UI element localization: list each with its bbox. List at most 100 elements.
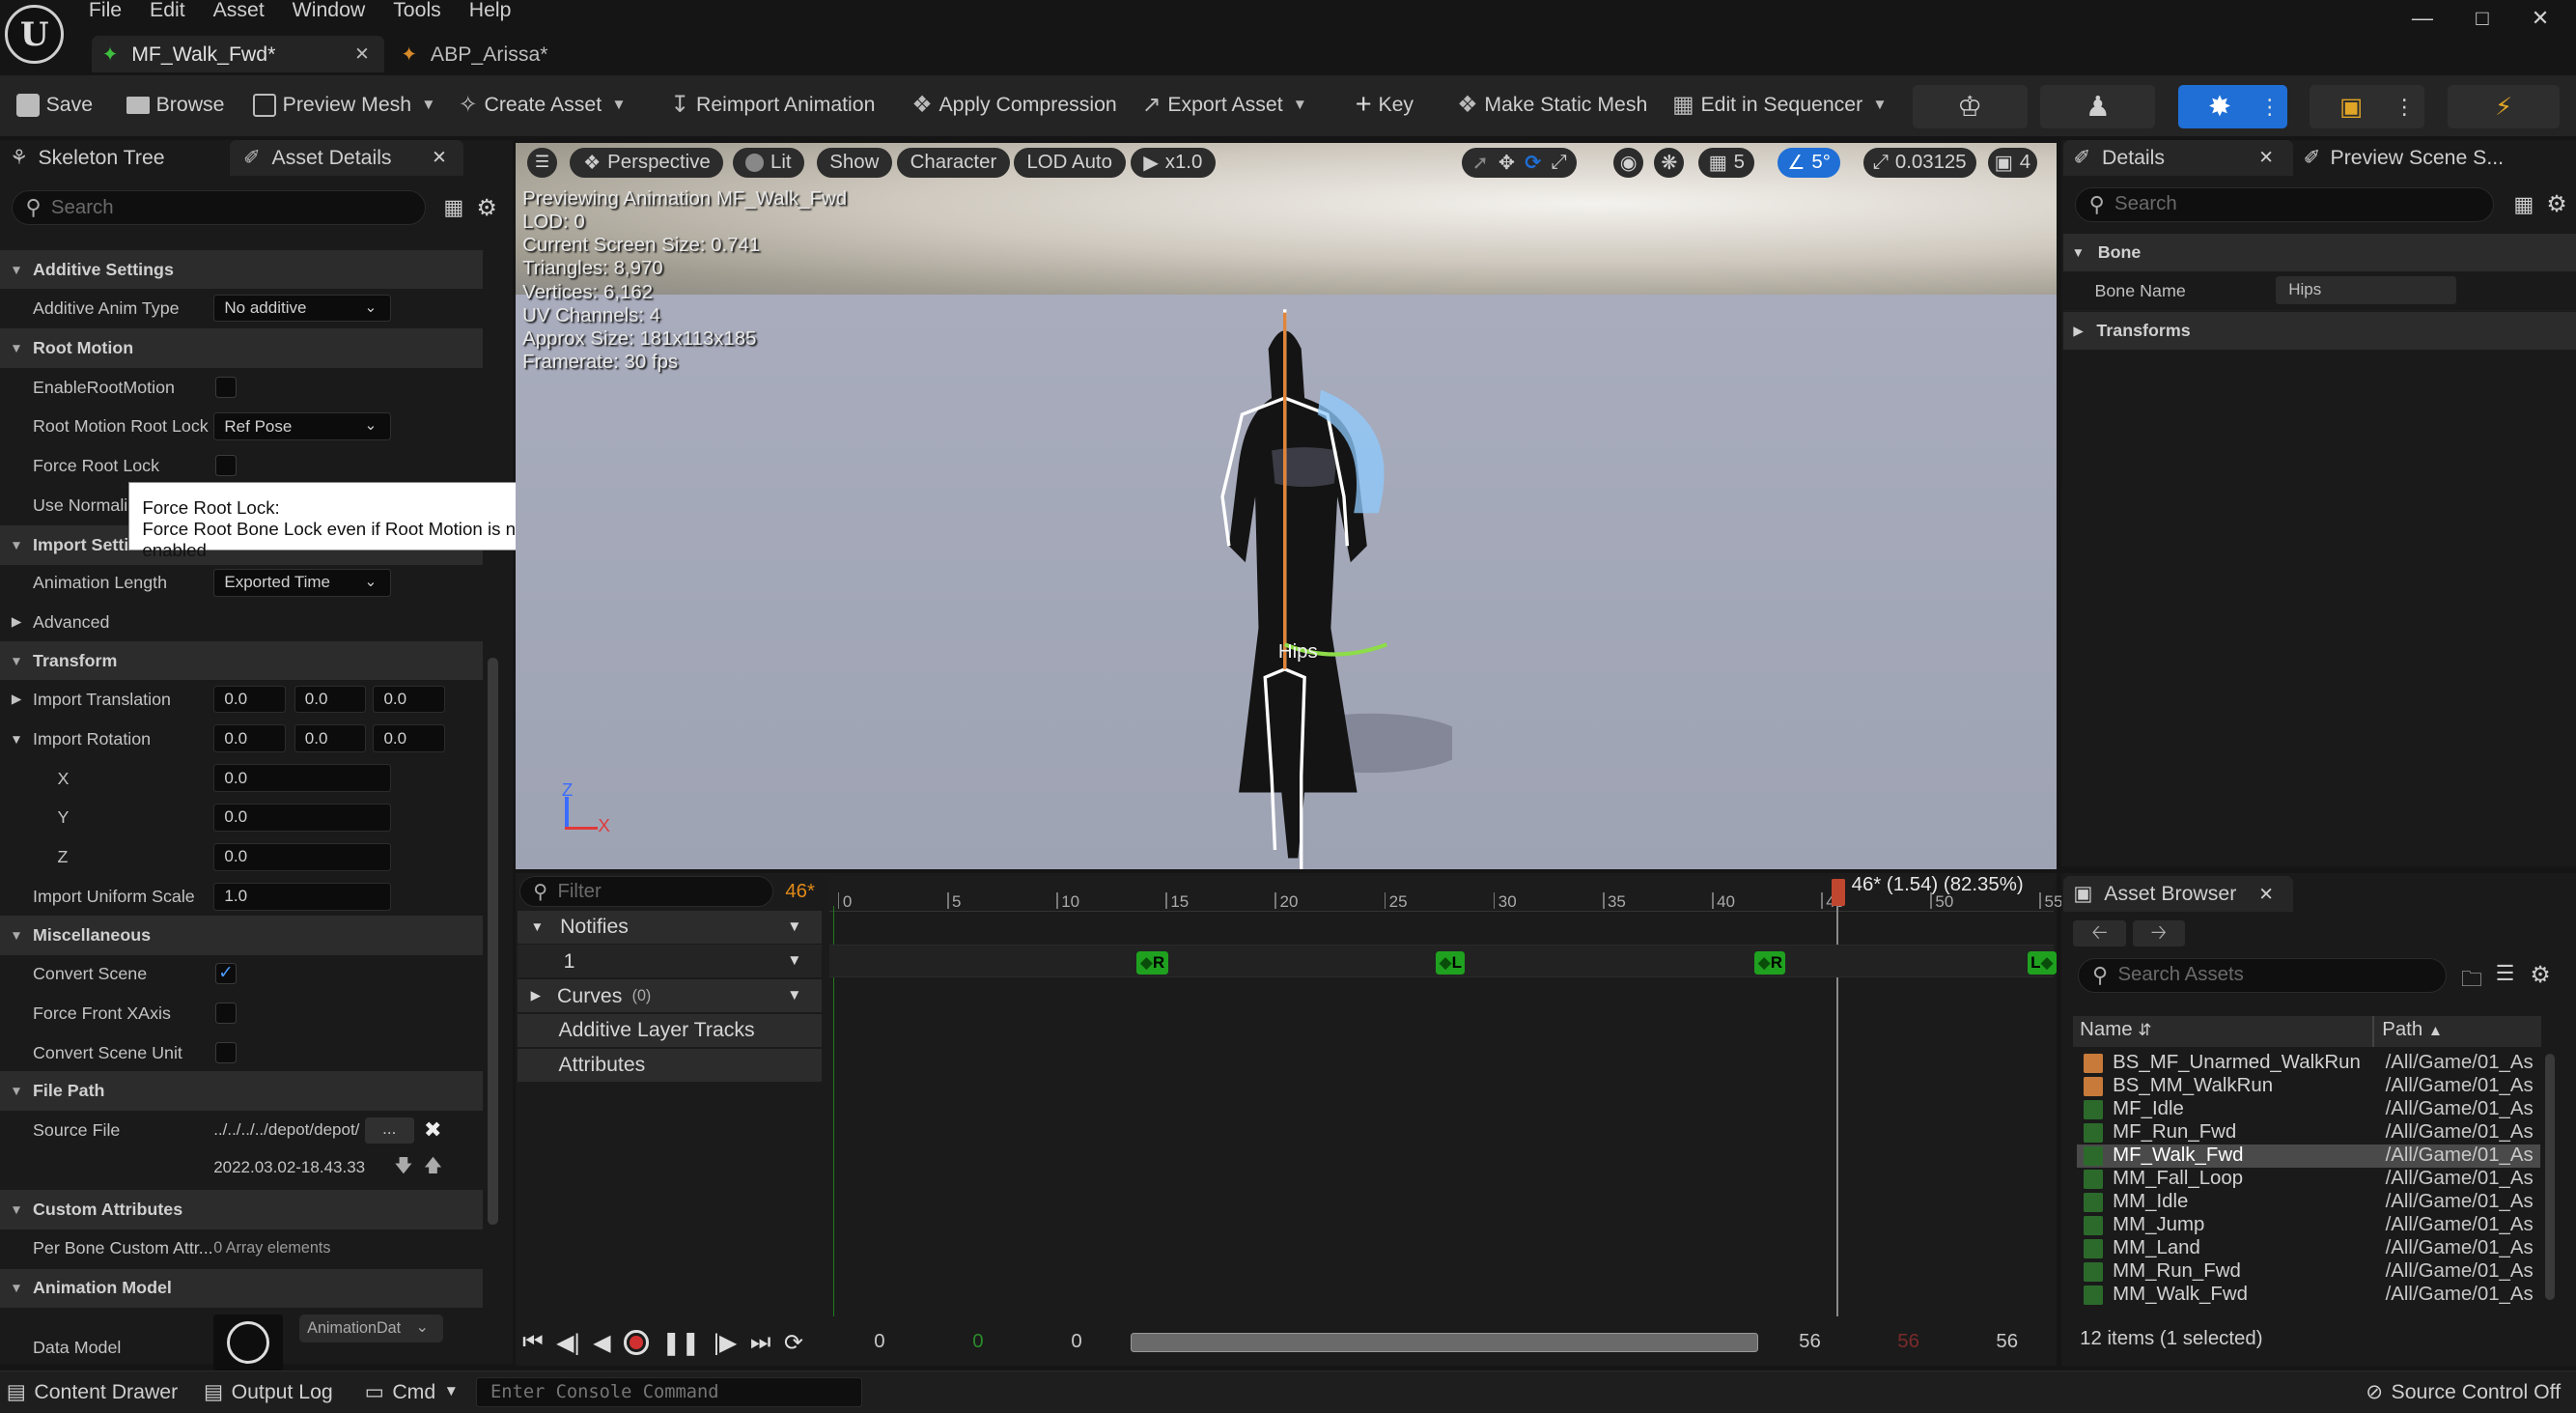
console-command-input[interactable]: [490, 1381, 862, 1402]
playback-speed-button[interactable]: ▶ x1.0: [1130, 148, 1216, 178]
import-translation-y[interactable]: 0.0: [294, 685, 367, 714]
history-forward-button[interactable]: 🡢: [2132, 919, 2186, 947]
asset-row[interactable]: MM_Run_Fwd/All/Game/01_As: [2077, 1260, 2540, 1284]
bone-name-field[interactable]: Hips: [2275, 275, 2456, 304]
play-start[interactable]: 0: [972, 1331, 983, 1353]
chevron-down-icon[interactable]: ▼: [787, 918, 801, 936]
chevron-down-icon[interactable]: ▼: [787, 987, 801, 1004]
physics-mode-button[interactable]: ⚡: [2448, 85, 2560, 128]
grid-snap-button[interactable]: ▦ 5: [1698, 148, 1755, 178]
arrow-up-icon[interactable]: 🡅: [424, 1152, 442, 1183]
close-tab-icon[interactable]: ✕: [2258, 884, 2274, 905]
world-local-button[interactable]: ◉: [1612, 148, 1644, 178]
tab-asset-details[interactable]: ✐ Asset Details ✕: [230, 139, 463, 177]
asset-row[interactable]: MM_Jump/All/Game/01_As: [2077, 1214, 2540, 1237]
tab-details[interactable]: ✐ Details ✕: [2063, 139, 2294, 177]
preview-mesh-button[interactable]: Preview Mesh ▼: [253, 87, 435, 123]
step-forward-icon[interactable]: |▶: [714, 1329, 738, 1357]
section-bone[interactable]: ▼ Bone: [2063, 233, 2576, 271]
play-end[interactable]: 56: [1897, 1331, 1919, 1353]
pause-icon[interactable]: ❚❚: [661, 1329, 700, 1357]
details-search-input[interactable]: [2114, 193, 2493, 216]
rotation-z-input[interactable]: 0.0: [213, 842, 391, 871]
prop-advanced[interactable]: ▶ Advanced: [0, 603, 484, 643]
animation-mode-button[interactable]: ✸ ⋮: [2178, 85, 2287, 128]
skip-to-start-icon[interactable]: ⏮: [522, 1329, 543, 1356]
track-attributes[interactable]: Attributes: [517, 1048, 822, 1082]
minimize-icon[interactable]: —: [2412, 6, 2433, 31]
browse-file-button[interactable]: ...: [364, 1117, 414, 1145]
lit-button[interactable]: Lit: [732, 148, 805, 178]
track-notifies[interactable]: ▼ Notifies ▼: [517, 910, 822, 944]
track-filter-input[interactable]: [557, 880, 773, 903]
close-tab-icon[interactable]: ✕: [2258, 147, 2274, 168]
close-tab-icon[interactable]: ✕: [432, 147, 447, 168]
camera-speed-button[interactable]: ▣ 4: [1987, 148, 2037, 178]
perspective-button[interactable]: ❖ Perspective: [570, 148, 724, 178]
tab-preview-scene[interactable]: ✐ Preview Scene S...: [2304, 140, 2505, 176]
left-search[interactable]: ⚲: [11, 190, 426, 226]
gear-icon[interactable]: ⚙: [2530, 961, 2550, 989]
asset-row[interactable]: MM_Idle/All/Game/01_As: [2077, 1191, 2540, 1214]
blueprint-mode-button[interactable]: ▣ ⋮: [2310, 85, 2425, 128]
reimport-animation-button[interactable]: ↧ Reimport Animation: [670, 87, 875, 123]
section-custom-attributes[interactable]: ▼ Custom Attributes: [0, 1189, 484, 1229]
notify-key-r[interactable]: ◆ R: [1136, 951, 1168, 975]
notify-key-l[interactable]: L ◆: [2027, 951, 2057, 975]
menu-help[interactable]: Help: [469, 0, 512, 22]
lod-button[interactable]: LOD Auto: [1013, 148, 1126, 178]
force-root-lock-checkbox[interactable]: [214, 455, 237, 477]
asset-row[interactable]: MF_Walk_Fwd/All/Game/01_As: [2076, 1144, 2540, 1168]
tab-asset-browser[interactable]: ▣ Asset Browser ✕: [2063, 875, 2294, 913]
menu-tools[interactable]: Tools: [393, 0, 441, 22]
uniform-scale-input[interactable]: 1.0: [213, 882, 391, 911]
key-button[interactable]: + Key: [1356, 87, 1414, 123]
character-button[interactable]: Character: [897, 148, 1010, 178]
more-options-icon[interactable]: ⋮: [2259, 95, 2281, 120]
more-options-icon[interactable]: ⋮: [2394, 95, 2415, 120]
asset-row[interactable]: MM_Walk_Fwd/All/Game/01_As: [2077, 1284, 2540, 1307]
convert-scene-unit-checkbox[interactable]: [214, 1041, 237, 1063]
timeline-scrollbar[interactable]: [1130, 1332, 1758, 1353]
record-icon[interactable]: [624, 1330, 649, 1355]
edit-in-sequencer-button[interactable]: ▦ Edit in Sequencer ▼: [1672, 87, 1887, 123]
range-start[interactable]: 0: [874, 1331, 884, 1353]
view-start[interactable]: 0: [1071, 1331, 1081, 1353]
history-back-button[interactable]: 🡠: [2073, 919, 2126, 947]
output-log-button[interactable]: ▤ Output Log: [204, 1372, 333, 1412]
asset-row[interactable]: MF_Run_Fwd/All/Game/01_As: [2077, 1121, 2540, 1145]
import-translation-z[interactable]: 0.0: [373, 685, 446, 714]
viewport-menu-button[interactable]: ☰: [527, 148, 557, 178]
browse-button[interactable]: Browse: [126, 87, 224, 123]
notify-key-l[interactable]: ◆ L: [1436, 951, 1466, 975]
left-scrollbar[interactable]: [488, 657, 498, 1225]
asset-search[interactable]: ⚲: [2078, 957, 2447, 993]
tab-skeleton-tree[interactable]: ⚘ Skeleton Tree: [10, 140, 164, 176]
play-reverse-icon[interactable]: ◀: [593, 1329, 610, 1357]
animation-length-combo[interactable]: Exported Time ⌄: [213, 568, 391, 597]
export-asset-button[interactable]: ↗ Export Asset ▼: [1142, 87, 1307, 123]
column-path[interactable]: Path ▲: [2382, 1019, 2443, 1041]
asset-list-scrollbar[interactable]: [2544, 1053, 2555, 1300]
menu-asset[interactable]: Asset: [213, 0, 265, 22]
table-view-icon[interactable]: ▦: [443, 195, 463, 220]
rotate-icon[interactable]: ⟳: [1525, 151, 1541, 175]
column-divider[interactable]: [2372, 1015, 2374, 1047]
gear-icon[interactable]: ⚙: [2546, 190, 2566, 218]
cmd-dropdown[interactable]: ▭ Cmd ▼: [365, 1372, 459, 1412]
convert-scene-checkbox[interactable]: ✓: [214, 963, 237, 985]
close-window-icon[interactable]: ✕: [2532, 6, 2550, 31]
section-transforms[interactable]: ▶ Transforms: [2063, 312, 2576, 351]
track-additive-layer[interactable]: Additive Layer Tracks: [517, 1013, 822, 1047]
skeleton-mode-button[interactable]: ♔: [1912, 85, 2028, 128]
doc-tab-abp-arissa[interactable]: ✦ ABP_Arissa*: [401, 36, 547, 71]
view-end[interactable]: 56: [1799, 1331, 1821, 1353]
scale-icon[interactable]: ⤢: [1552, 152, 1567, 174]
chevron-down-icon[interactable]: ▼: [787, 952, 801, 970]
maximize-icon[interactable]: □: [2476, 6, 2488, 31]
section-animation-model[interactable]: ▼ Animation Model: [0, 1268, 484, 1309]
scale-snap-button[interactable]: ⤢ 0.03125: [1862, 148, 1976, 178]
left-search-input[interactable]: [50, 196, 425, 219]
import-rotation-x[interactable]: 0.0: [213, 724, 287, 753]
surface-snap-button[interactable]: ❋: [1654, 148, 1685, 178]
